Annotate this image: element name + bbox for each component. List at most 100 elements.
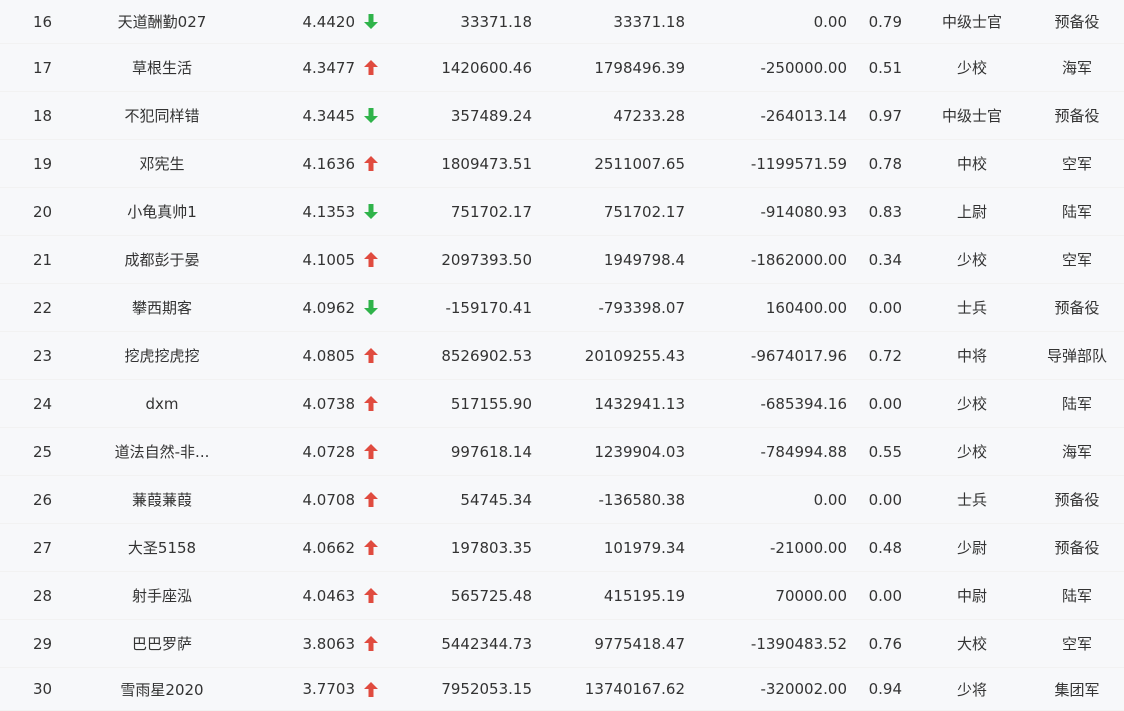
value1-cell: -159170.41: [445, 298, 532, 317]
trend-cell: [360, 476, 382, 523]
up-arrow-icon: [364, 60, 378, 75]
value3-cell: 0.00: [813, 490, 847, 509]
table-row[interactable]: 16 天道酬勤027 4.4420 33371.18 33371.18 0.00 0.79 中…: [0, 0, 1124, 44]
trend-cell: [360, 668, 382, 710]
up-arrow-icon: [364, 396, 378, 411]
ratio-cell: 0.72: [868, 346, 902, 365]
player-name-cell[interactable]: 天道酬勤027: [100, 0, 224, 43]
rank-cell: 20: [33, 202, 53, 221]
value3-cell: -21000.00: [770, 538, 847, 557]
player-name-cell[interactable]: 攀西期客: [100, 284, 224, 331]
unit-cell: 陆军: [1061, 587, 1092, 605]
trend-cell: [360, 620, 382, 667]
player-name-cell[interactable]: 不犯同样错: [100, 92, 224, 139]
military-rank-cell: 士兵: [956, 491, 987, 509]
table-row[interactable]: 29 巴巴罗萨 3.8063 5442344.73 9775418.47 -1390483…: [0, 620, 1124, 668]
ratio-cell: 0.79: [868, 12, 902, 31]
military-rank-cell: 上尉: [956, 203, 987, 221]
value1-cell: 5442344.73: [441, 634, 532, 653]
player-name-cell[interactable]: 挖虎挖虎挖: [100, 332, 224, 379]
table-row[interactable]: 19 邓宪生 4.1636 1809473.51 2511007.65 -1199571.…: [0, 140, 1124, 188]
value2-cell: 1239904.03: [594, 442, 685, 461]
value1-cell: 54745.34: [460, 490, 532, 509]
player-name-cell[interactable]: 道法自然-非...: [100, 428, 224, 475]
value2-cell: -136580.38: [598, 490, 685, 509]
unit-cell: 海军: [1061, 59, 1092, 77]
trend-cell: [360, 524, 382, 571]
ranking-table: 16 天道酬勤027 4.4420 33371.18 33371.18 0.00 0.79 中…: [0, 0, 1124, 711]
value1-cell: 33371.18: [460, 12, 532, 31]
score-cell: 4.1005: [302, 250, 356, 269]
value2-cell: 9775418.47: [594, 634, 685, 653]
trend-cell: [360, 44, 382, 91]
unit-cell: 陆军: [1061, 395, 1092, 413]
ratio-cell: 0.51: [868, 58, 902, 77]
table-row[interactable]: 18 不犯同样错 4.3445 357489.24 47233.28 -264013.14…: [0, 92, 1124, 140]
up-arrow-icon: [364, 252, 378, 267]
unit-cell: 集团军: [1054, 680, 1100, 699]
value2-cell: 1949798.4: [603, 250, 685, 269]
table-row[interactable]: 30 雪雨星2020 3.7703 7952053.15 13740167.62 -320…: [0, 668, 1124, 711]
score-cell: 4.1636: [302, 154, 356, 173]
player-name-cell[interactable]: 巴巴罗萨: [100, 620, 224, 667]
player-name-cell[interactable]: dxm: [100, 380, 224, 427]
value3-cell: -685394.16: [760, 394, 847, 413]
table-row[interactable]: 20 小龟真帅1 4.1353 751702.17 751702.17 -914080.9…: [0, 188, 1124, 236]
player-name-cell[interactable]: 雪雨星2020: [100, 668, 224, 710]
player-name-cell[interactable]: 邓宪生: [100, 140, 224, 187]
value2-cell: 751702.17: [603, 202, 685, 221]
value3-cell: -1199571.59: [750, 154, 847, 173]
value3-cell: -264013.14: [760, 106, 847, 125]
up-arrow-icon: [364, 540, 378, 555]
rank-cell: 22: [33, 298, 53, 317]
value2-cell: 101979.34: [603, 538, 685, 557]
table-row[interactable]: 17 草根生活 4.3477 1420600.46 1798496.39 -250000.…: [0, 44, 1124, 92]
ratio-cell: 0.55: [868, 442, 902, 461]
score-cell: 4.0463: [302, 586, 356, 605]
rank-cell: 23: [33, 346, 53, 365]
value2-cell: 415195.19: [603, 586, 685, 605]
rank-cell: 27: [33, 538, 53, 557]
ratio-cell: 0.97: [868, 106, 902, 125]
value1-cell: 1809473.51: [441, 154, 532, 173]
trend-cell: [360, 140, 382, 187]
military-rank-cell: 少尉: [956, 539, 987, 557]
value3-cell: -1862000.00: [750, 250, 847, 269]
ratio-cell: 0.00: [868, 586, 902, 605]
table-row[interactable]: 28 射手座泓 4.0463 565725.48 415195.19 70000.00 0.…: [0, 572, 1124, 620]
ratio-cell: 0.00: [868, 394, 902, 413]
value3-cell: 70000.00: [775, 586, 847, 605]
value2-cell: 1798496.39: [594, 58, 685, 77]
rank-cell: 19: [33, 154, 53, 173]
unit-cell: 海军: [1061, 443, 1092, 461]
score-cell: 3.8063: [302, 634, 356, 653]
table-row[interactable]: 22 攀西期客 4.0962 -159170.41 -793398.07 160400.0…: [0, 284, 1124, 332]
score-cell: 4.0728: [302, 442, 356, 461]
table-row[interactable]: 23 挖虎挖虎挖 4.0805 8526902.53 20109255.43 -96740…: [0, 332, 1124, 380]
player-name-cell[interactable]: 大圣5158: [100, 524, 224, 571]
player-name-cell[interactable]: 成都彭于晏: [100, 236, 224, 283]
table-row[interactable]: 25 道法自然-非... 4.0728 997618.14 1239904.03 -784…: [0, 428, 1124, 476]
table-row[interactable]: 24 dxm 4.0738 517155.90 1432941.13 -685394.16…: [0, 380, 1124, 428]
score-cell: 4.0962: [302, 298, 356, 317]
table-row[interactable]: 26 蒹葭蒹葭 4.0708 54745.34 -136580.38 0.00 0.00 士兵…: [0, 476, 1124, 524]
trend-cell: [360, 284, 382, 331]
ratio-cell: 0.00: [868, 298, 902, 317]
up-arrow-icon: [364, 156, 378, 171]
player-name-cell[interactable]: 射手座泓: [100, 572, 224, 619]
military-rank-cell: 中尉: [956, 587, 987, 605]
table-row[interactable]: 21 成都彭于晏 4.1005 2097393.50 1949798.4 -1862000…: [0, 236, 1124, 284]
up-arrow-icon: [364, 444, 378, 459]
score-cell: 4.0805: [302, 346, 356, 365]
value3-cell: 0.00: [813, 12, 847, 31]
player-name-cell[interactable]: 小龟真帅1: [100, 188, 224, 235]
player-name-cell[interactable]: 蒹葭蒹葭: [100, 476, 224, 523]
rank-cell: 17: [33, 58, 53, 77]
rank-cell: 21: [33, 250, 53, 269]
ratio-cell: 0.83: [868, 202, 902, 221]
player-name-cell[interactable]: 草根生活: [100, 44, 224, 91]
value2-cell: 47233.28: [613, 106, 685, 125]
military-rank-cell: 中级士官: [941, 13, 1002, 31]
table-row[interactable]: 27 大圣5158 4.0662 197803.35 101979.34 -21000.0…: [0, 524, 1124, 572]
value1-cell: 2097393.50: [441, 250, 532, 269]
